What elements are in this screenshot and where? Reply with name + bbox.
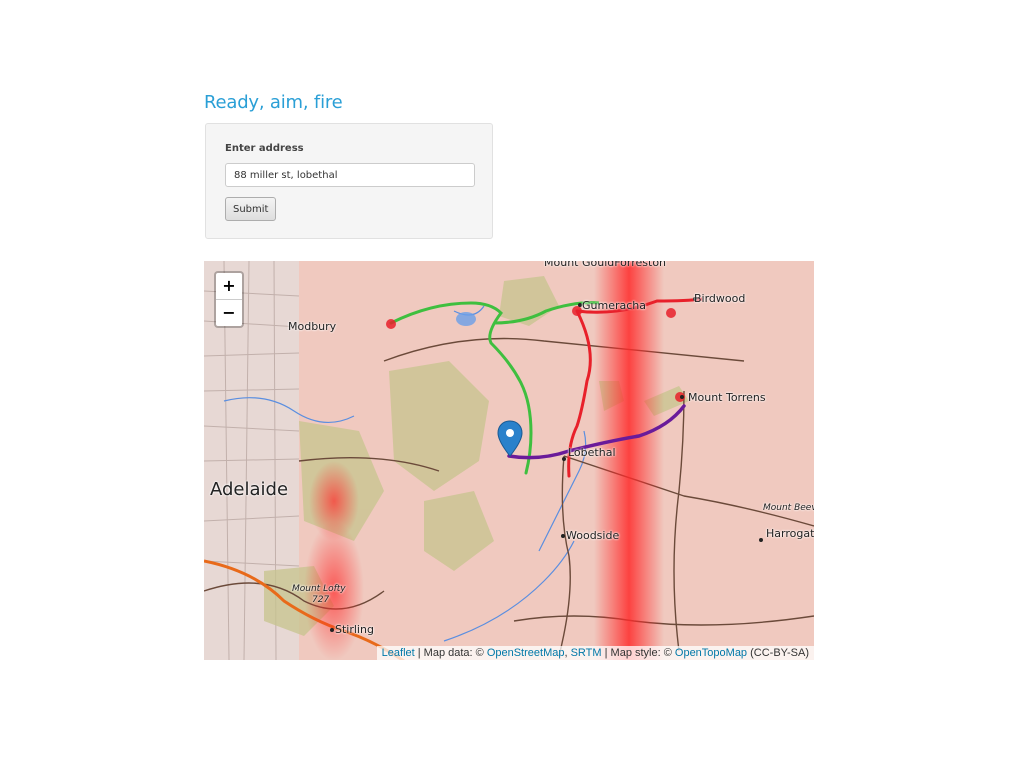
fire-band <box>594 261 664 660</box>
srtm-link[interactable]: SRTM <box>571 647 602 659</box>
map[interactable]: Mount GouldForreston Gumeracha Birdwood … <box>204 261 814 660</box>
attribution-text: (CC-BY-SA) <box>747 647 809 659</box>
place-label: Mount Beev <box>763 503 814 513</box>
place-label: Adelaide <box>210 479 289 500</box>
attribution-text: | Map style: © <box>601 647 675 659</box>
place-label: Mount Lofty <box>292 584 346 594</box>
attribution-text: | Map data: © <box>414 647 487 659</box>
page-title: Ready, aim, fire <box>204 92 343 113</box>
fire-marker[interactable] <box>666 308 676 318</box>
address-input[interactable] <box>225 163 475 187</box>
place-label: 727 <box>312 595 330 605</box>
place-label: Gumeracha <box>582 299 647 312</box>
leaflet-link[interactable]: Leaflet <box>382 647 415 659</box>
place-label: Birdwood <box>694 292 746 305</box>
place-label: Stirling <box>335 623 374 636</box>
map-attribution: Leaflet | Map data: © OpenStreetMap, SRT… <box>376 646 814 660</box>
place-label: Harrogat <box>766 527 814 540</box>
zoom-control: + − <box>214 271 244 328</box>
address-form: Enter address Submit <box>205 123 493 239</box>
place-label: Woodside <box>566 529 620 542</box>
address-label: Enter address <box>225 143 304 154</box>
zoom-in-button[interactable]: + <box>216 273 242 300</box>
openstreetmap-link[interactable]: OpenStreetMap <box>487 647 565 659</box>
fire-marker[interactable] <box>572 306 582 316</box>
fire-marker[interactable] <box>386 319 396 329</box>
zoom-out-button[interactable]: − <box>216 300 242 326</box>
place-label: Lobethal <box>568 446 616 459</box>
place-label: Modbury <box>288 320 337 333</box>
place-label: Mount Torrens <box>688 391 766 404</box>
submit-button[interactable]: Submit <box>225 197 277 221</box>
place-label: Mount GouldForreston <box>544 261 667 269</box>
opentopomap-link[interactable]: OpenTopoMap <box>675 647 747 659</box>
